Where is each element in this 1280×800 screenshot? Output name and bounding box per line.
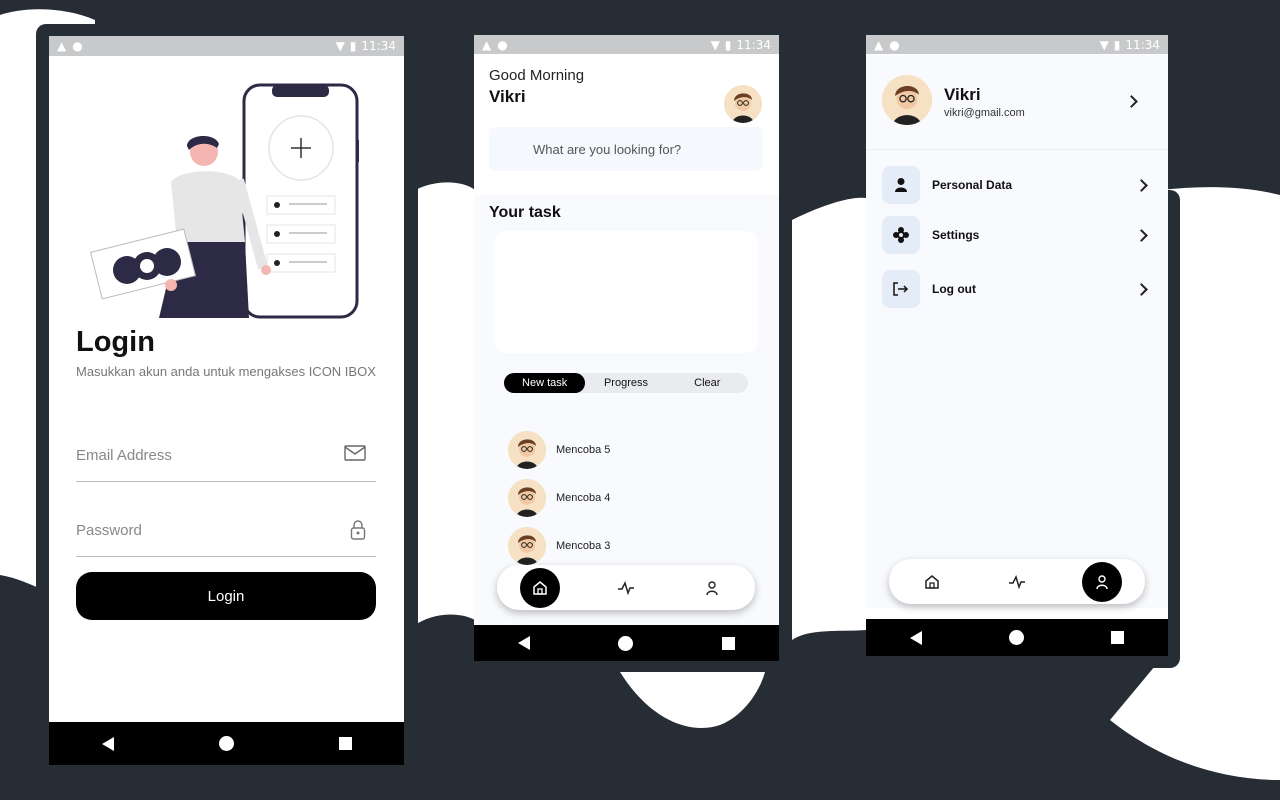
- chevron-right-icon: [1125, 95, 1138, 108]
- battery-icon: ▮: [724, 38, 732, 52]
- avatar: [882, 75, 932, 125]
- password-input[interactable]: [76, 508, 326, 552]
- avatar: [508, 431, 546, 469]
- notification-icon: ●: [497, 38, 508, 52]
- task-label: Mencoba 3: [556, 540, 611, 552]
- home-circle-icon[interactable]: [1008, 630, 1024, 645]
- warning-icon: ▲: [57, 39, 67, 53]
- login-illustration: [90, 83, 359, 319]
- tab-clear[interactable]: Clear: [667, 373, 748, 393]
- settings-icon: [882, 216, 920, 254]
- mail-icon: [344, 445, 366, 461]
- search-bar: [489, 127, 763, 171]
- back-icon[interactable]: [518, 636, 531, 650]
- menu-label: Personal Data: [932, 178, 1013, 192]
- login-subtitle: Masukkan akun anda untuk mengakses ICON …: [76, 364, 376, 379]
- chevron-right-icon: [1135, 228, 1148, 242]
- logout-icon: [882, 270, 920, 308]
- home-screen: ▲ ● ▼ ▮ 11:34 Good Morning Vikri Your tas…: [474, 35, 779, 661]
- home-icon: [924, 574, 939, 589]
- nav-profile-button[interactable]: [692, 568, 732, 608]
- recents-icon[interactable]: [721, 636, 735, 650]
- bottom-nav: [889, 559, 1145, 604]
- android-nav-bar: [474, 625, 779, 661]
- warning-icon: ▲: [874, 38, 884, 52]
- bottom-nav: [497, 565, 755, 610]
- login-title: Login: [76, 326, 155, 358]
- back-icon[interactable]: [101, 736, 114, 751]
- status-time: 11:34: [736, 38, 771, 52]
- profile-email: vikri@gmail.com: [944, 107, 1025, 119]
- task-card[interactable]: [494, 231, 758, 353]
- back-icon[interactable]: [909, 630, 922, 645]
- wifi-icon: ▼: [335, 39, 345, 53]
- user-icon: [706, 580, 718, 595]
- menu-item-settings[interactable]: Settings: [882, 216, 1152, 254]
- greeting-text: Good Morning: [489, 67, 585, 84]
- nav-profile-button[interactable]: [1082, 561, 1123, 602]
- status-time: 11:34: [1125, 38, 1160, 52]
- nav-home-button[interactable]: [912, 562, 952, 602]
- avatar: [508, 479, 546, 517]
- tab-new-task[interactable]: New task: [504, 373, 586, 393]
- profile-header[interactable]: Vikri vikri@gmail.com: [866, 55, 1168, 150]
- nav-activity-button[interactable]: [606, 568, 646, 608]
- nav-activity-button[interactable]: [997, 562, 1037, 602]
- notification-icon: ●: [72, 39, 83, 53]
- android-nav-bar: [866, 619, 1168, 656]
- tab-progress[interactable]: Progress: [585, 373, 666, 393]
- wifi-icon: ▼: [710, 38, 720, 52]
- lock-icon: [350, 520, 366, 540]
- user-name: Vikri: [489, 87, 526, 106]
- task-label: Mencoba 5: [556, 444, 611, 456]
- login-screen: ▲ ● ▼ ▮ 11:34 Login Masukkan akun anda u…: [49, 36, 404, 765]
- activity-icon: [1008, 574, 1025, 589]
- login-button[interactable]: Login: [76, 572, 376, 620]
- chevron-right-icon: [1135, 178, 1148, 192]
- status-time: 11:34: [361, 39, 396, 53]
- person-icon: [882, 166, 920, 204]
- recents-icon[interactable]: [338, 737, 352, 750]
- email-input[interactable]: [76, 433, 326, 477]
- profile-name: Vikri: [944, 85, 981, 104]
- search-input[interactable]: [533, 127, 753, 171]
- section-title: Your task: [489, 204, 561, 221]
- list-item[interactable]: Mencoba 5: [508, 430, 610, 470]
- menu-label: Log out: [932, 282, 976, 296]
- menu-item-log-out[interactable]: Log out: [882, 270, 1152, 308]
- status-bar: ▲ ● ▼ ▮ 11:34: [49, 36, 404, 56]
- status-bar: ▲ ● ▼ ▮ 11:34: [474, 35, 779, 54]
- home-circle-icon[interactable]: [618, 635, 634, 651]
- list-item[interactable]: Mencoba 3: [508, 526, 610, 566]
- nav-home-button[interactable]: [520, 567, 560, 608]
- warning-icon: ▲: [482, 38, 492, 52]
- task-tabs: New task Progress Clear: [504, 373, 748, 393]
- home-circle-icon[interactable]: [218, 736, 234, 751]
- activity-icon: [618, 580, 634, 595]
- android-nav-bar: [49, 722, 404, 765]
- profile-screen: ▲ ● ▼ ▮ 11:34 Vikri vikri@gmail.com Perso…: [866, 35, 1168, 656]
- recents-icon[interactable]: [1111, 631, 1125, 644]
- status-bar: ▲ ● ▼ ▮ 11:34: [866, 35, 1168, 54]
- avatar[interactable]: [724, 85, 762, 123]
- password-field: [76, 508, 376, 557]
- menu-label: Settings: [932, 228, 980, 242]
- menu-item-personal-data[interactable]: Personal Data: [882, 166, 1152, 204]
- list-item[interactable]: Mencoba 4: [508, 478, 610, 518]
- email-field: [76, 433, 376, 482]
- home-icon: [533, 580, 547, 595]
- user-icon: [1096, 574, 1109, 589]
- wifi-icon: ▼: [1099, 38, 1109, 52]
- battery-icon: ▮: [349, 39, 357, 53]
- chevron-right-icon: [1135, 282, 1148, 296]
- battery-icon: ▮: [1113, 38, 1121, 52]
- avatar: [508, 527, 546, 565]
- notification-icon: ●: [889, 38, 900, 52]
- task-label: Mencoba 4: [556, 492, 611, 504]
